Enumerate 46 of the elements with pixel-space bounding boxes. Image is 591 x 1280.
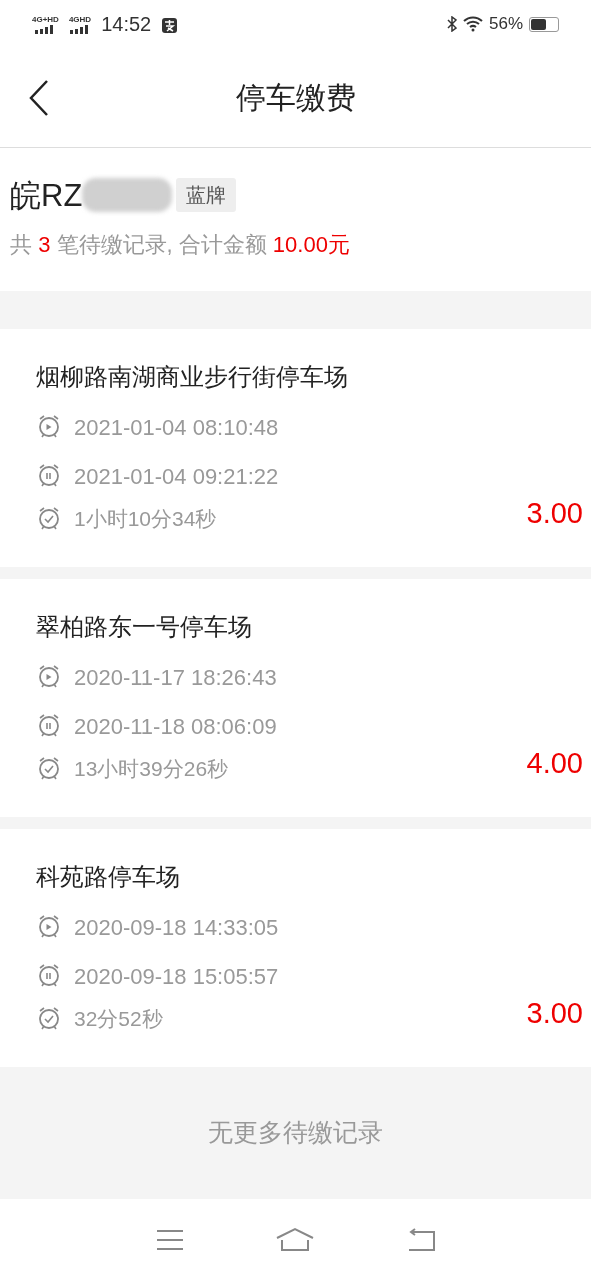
parking-lot-name: 科苑路停车场 [36,862,181,892]
record-card[interactable]: 翠柏路东一号停车场 2020-11-17 18:26:43 2020-11-18 08:06:09 13小时39分26秒 4.00 [0,579,591,817]
amount: 3.00 [526,999,583,1028]
battery-percent: 56% [488,13,523,36]
home-button[interactable] [274,1226,315,1253]
battery-icon [529,16,559,32]
signal-icon [69,24,91,34]
alarm-check-icon [36,1006,62,1032]
amount: 4.00 [526,749,583,778]
page-title: 停车缴费 [235,80,356,116]
alarm-play-icon [36,414,62,440]
menu-icon [155,1228,184,1251]
parking-duration: 1小时10分34秒 [74,506,217,533]
no-more-records-text: 无更多待缴记录 [208,1117,383,1149]
alarm-play-icon [36,664,62,690]
amount: 3.00 [526,499,583,528]
signal-label: 4GHD [68,16,92,24]
alarm-pause-icon [36,713,62,739]
end-time: 2020-09-18 15:05:57 [74,962,279,991]
parking-duration: 13小时39分26秒 [74,756,229,783]
parking-lot-name: 烟柳路南湖商业步行街停车场 [36,362,349,392]
start-time: 2020-11-17 18:26:43 [74,663,277,692]
alarm-play-icon [36,914,62,940]
back-icon [28,78,50,117]
alarm-pause-icon [36,463,62,489]
record-card[interactable]: 烟柳路南湖商业步行街停车场 2021-01-04 08:10:48 2021-01-04 09:21:22 1小时10分34秒 3.00 [0,329,591,567]
alarm-check-icon [36,506,62,532]
start-time: 2020-09-18 14:33:05 [74,913,279,942]
parking-duration: 32分52秒 [74,1006,163,1033]
alarm-check-icon [36,756,62,782]
app-notification-icon [161,17,179,34]
alarm-pause-icon [36,963,62,989]
wifi-icon [462,16,483,32]
home-icon [274,1226,315,1253]
clock-time: 14:52 [101,14,152,34]
record-card[interactable]: 科苑路停车场 2020-09-18 14:33:05 2020-09-18 15:05:57 32分52秒 3.00 [0,829,591,1067]
end-time: 2020-11-18 08:06:09 [74,712,277,741]
plate-type-tag: 蓝牌 [176,178,237,212]
license-plate: 皖RZ [10,179,83,211]
summary-text: 共 3 笔待缴记录, 合计金额 10.00元 [10,231,351,259]
parking-lot-name: 翠柏路东一号停车场 [36,612,253,642]
start-time: 2021-01-04 08:10:48 [74,413,279,442]
signal-label: 4G+HD [32,16,59,24]
menu-button[interactable] [155,1228,184,1251]
end-time: 2021-01-04 09:21:22 [74,462,279,491]
bluetooth-icon [446,16,457,32]
